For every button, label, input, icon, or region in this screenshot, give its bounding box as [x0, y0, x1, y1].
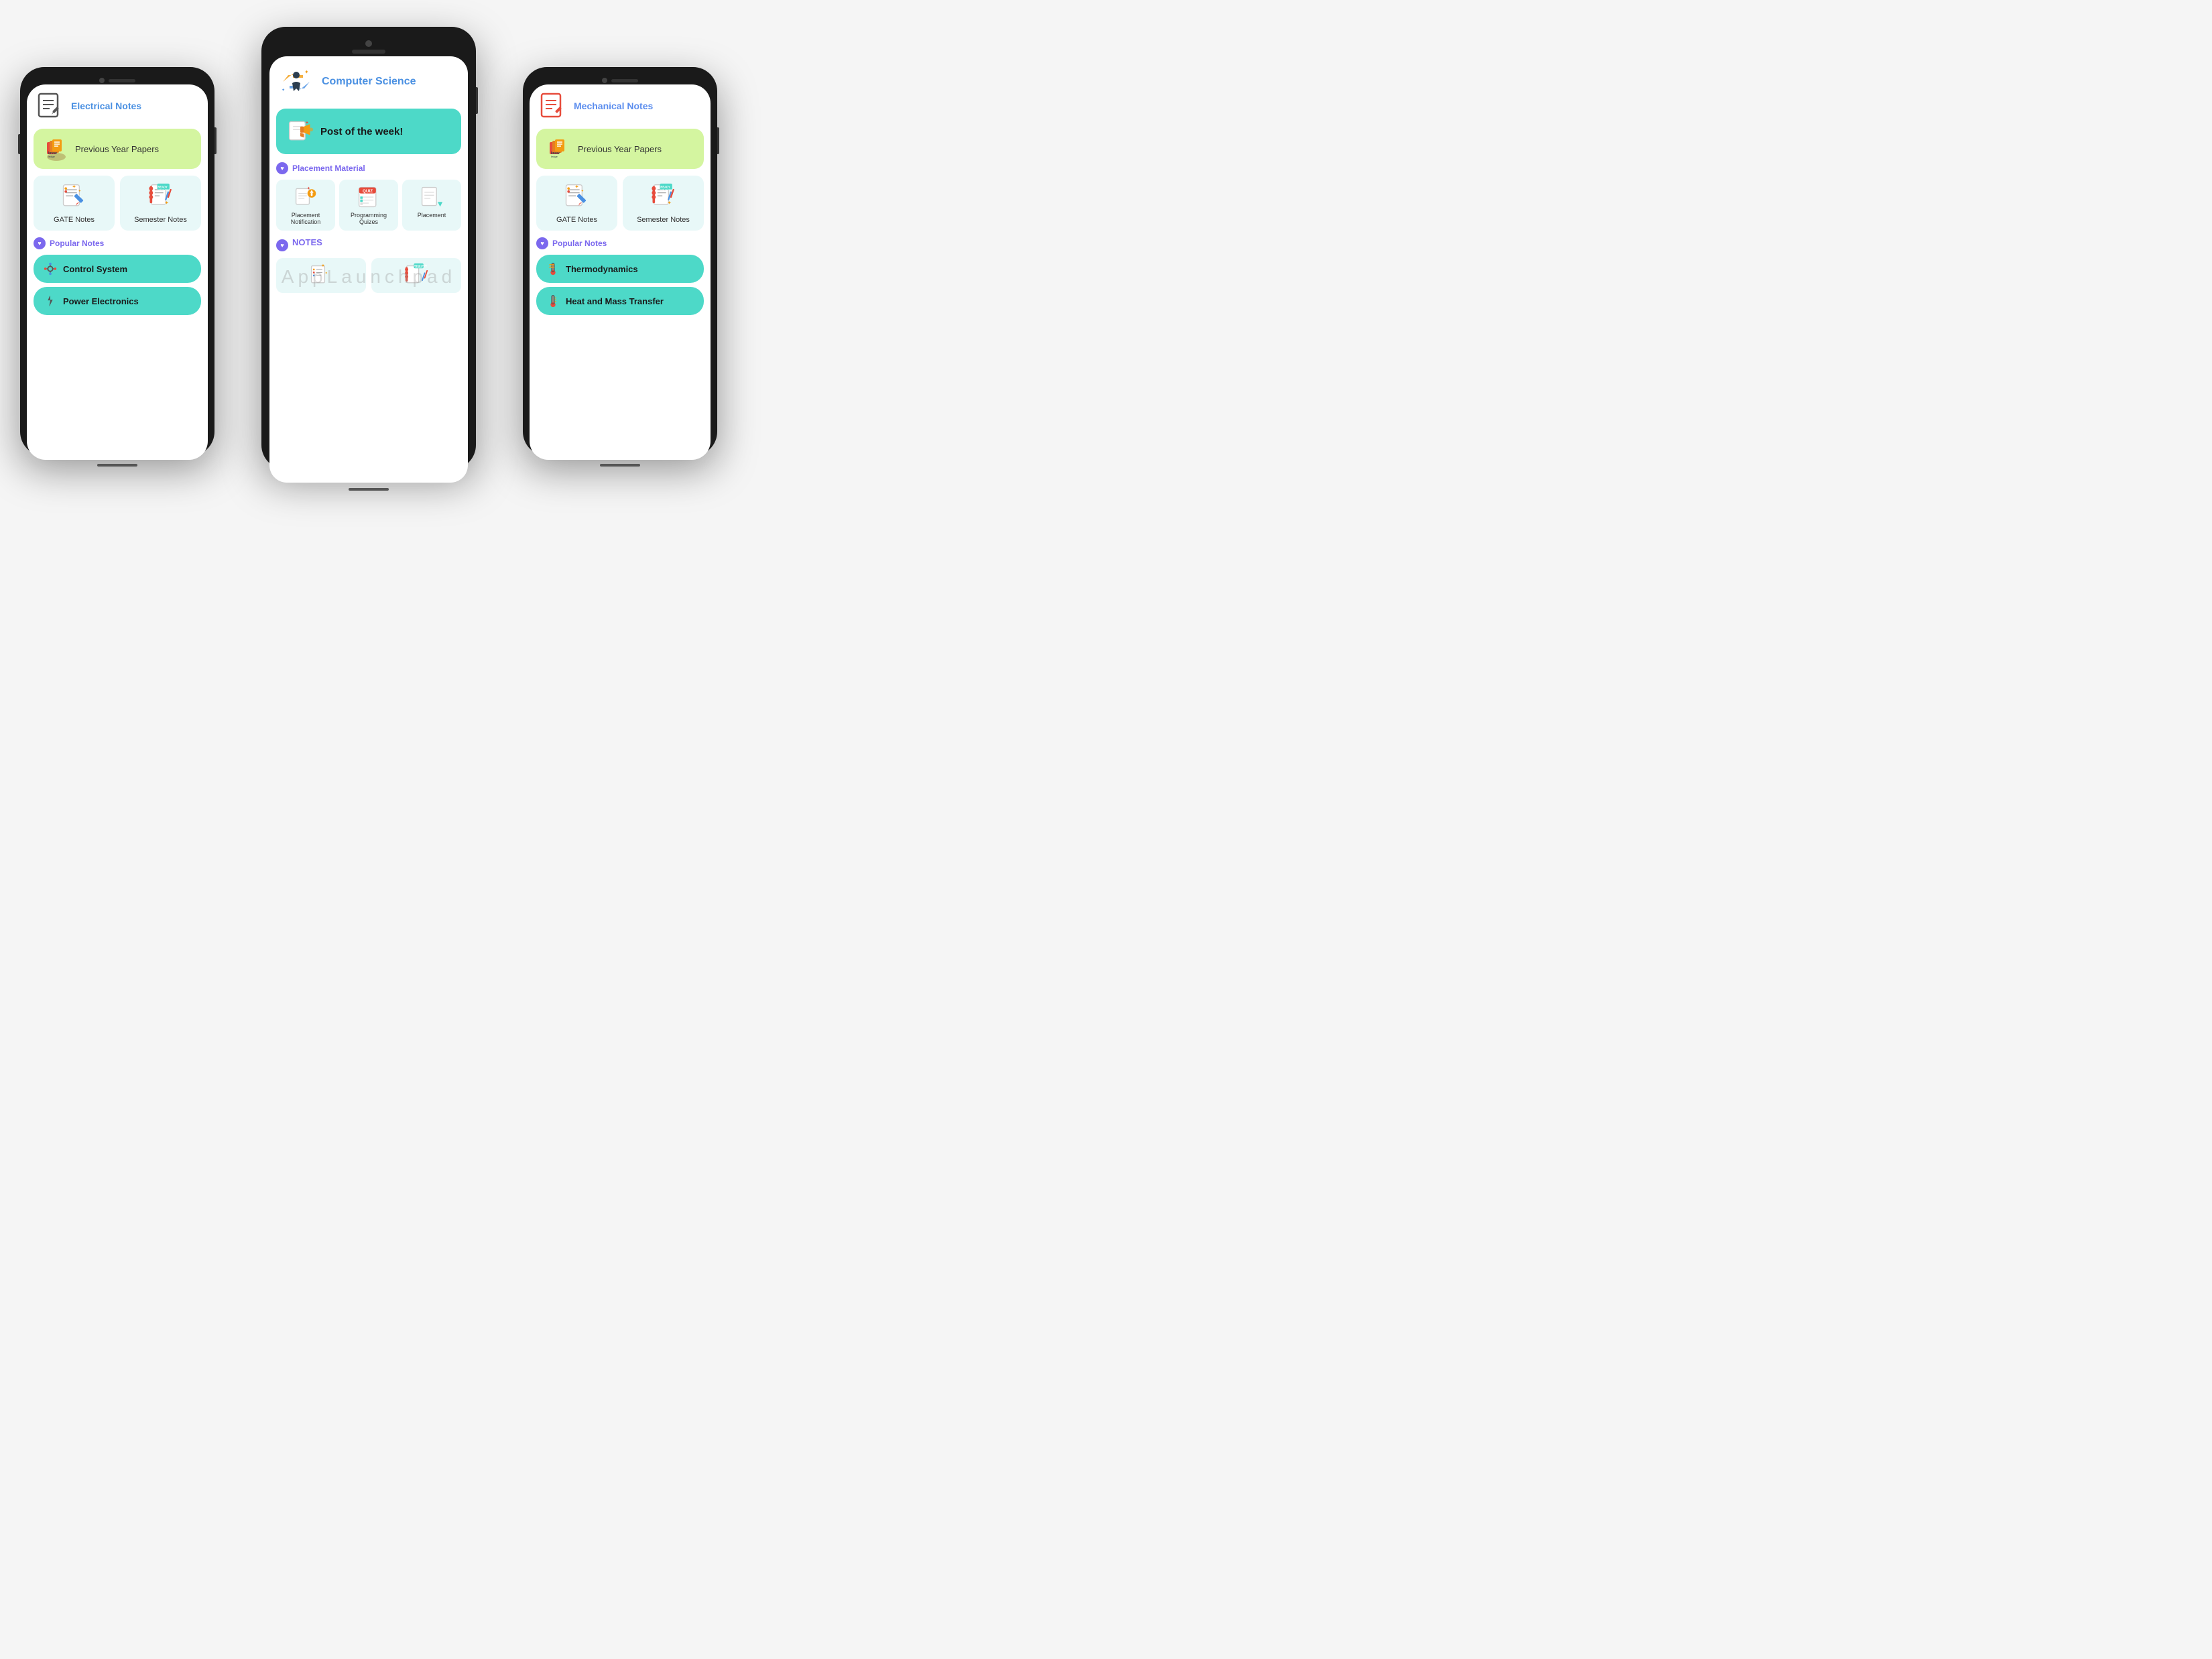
right-semester-icon: READY FOR CLASS! ✦	[649, 182, 678, 212]
center-notes-header: ♥ NOTES	[276, 237, 461, 253]
svg-text:✦: ✦	[321, 263, 325, 268]
center-notif-icon: ✦	[294, 185, 318, 209]
right-gate-icon: ✦ ✦	[562, 182, 592, 212]
svg-text:✦: ✦	[78, 189, 81, 194]
svg-text:✦: ✦	[574, 184, 578, 190]
right-heat-mass-btn[interactable]: Heat and Mass Transfer	[536, 287, 704, 315]
svg-text:FOR CLASS!: FOR CLASS!	[158, 188, 169, 191]
left-notes-grid: ✦ ✦ GATE Notes	[34, 176, 201, 231]
right-notes-grid: ✦ ✦ GATE Notes	[536, 176, 704, 231]
center-notes-row: ✦ ✦ READY FOR	[276, 258, 461, 293]
svg-text:✦: ✦	[324, 271, 328, 275]
left-popular-title: Popular Notes	[50, 239, 104, 248]
phone-left: Electrical Notes know ledge	[20, 67, 214, 456]
svg-text:✦: ✦	[580, 189, 584, 194]
left-gate-label: GATE Notes	[54, 216, 95, 224]
left-semester-icon: READY FOR CLASS! ✦	[146, 182, 176, 212]
center-placement3-icon	[420, 185, 444, 209]
left-power-label: Power Electronics	[63, 296, 139, 306]
center-notif-label: Placement Notification	[280, 212, 331, 225]
left-semester-label: Semester Notes	[134, 216, 187, 224]
left-control-system-btn[interactable]: Control System	[34, 255, 201, 283]
center-heart-icon2: ♥	[276, 239, 288, 251]
left-control-label: Control System	[63, 264, 127, 274]
left-header-title: Electrical Notes	[71, 101, 141, 111]
left-prev-papers-label: Previous Year Papers	[75, 144, 159, 154]
svg-text:✦: ✦	[72, 184, 76, 190]
left-gate-notes-card[interactable]: ✦ ✦ GATE Notes	[34, 176, 115, 231]
center-placement-header: ♥ Placement Material	[276, 162, 461, 174]
svg-text:✦: ✦	[307, 186, 310, 191]
center-header-title: Computer Science	[322, 76, 416, 88]
left-app-icon	[34, 90, 66, 122]
right-popular-header: ♥ Popular Notes	[536, 237, 704, 249]
center-notes-card1[interactable]: ✦ ✦	[276, 258, 366, 293]
right-semester-label: Semester Notes	[637, 216, 690, 224]
left-gate-icon: ✦ ✦	[60, 182, 89, 212]
svg-text:FOR CLASS!: FOR CLASS!	[660, 188, 672, 191]
center-app-icon: ✦ ✦	[276, 62, 316, 102]
svg-text:ledge: ledge	[48, 155, 56, 158]
right-heat-icon	[546, 294, 560, 308]
svg-text:ledge: ledge	[551, 155, 558, 158]
right-popular-title: Popular Notes	[552, 239, 607, 248]
center-notes-icon1: ✦ ✦	[309, 263, 333, 288]
left-app-header: Electrical Notes	[34, 90, 201, 122]
svg-text:READY: READY	[660, 185, 670, 188]
svg-text:✦: ✦	[667, 200, 671, 206]
left-power-electronics-btn[interactable]: Power Electronics	[34, 287, 201, 315]
center-placement3-label: Placement	[418, 212, 446, 219]
center-placement-grid: ✦ Placement Notification QUIZ	[276, 180, 461, 231]
right-gate-notes-card[interactable]: ✦ ✦ GATE Notes	[536, 176, 617, 231]
right-prev-papers-label: Previous Year Papers	[578, 144, 662, 154]
right-thermo-label: Thermodynamics	[566, 264, 638, 274]
right-prev-papers-card[interactable]: know ledge Previous Year Papers	[536, 129, 704, 169]
svg-text:✦: ✦	[304, 69, 309, 75]
right-gate-label: GATE Notes	[556, 216, 597, 224]
right-thermodynamics-btn[interactable]: Thermodynamics	[536, 255, 704, 283]
center-notes-icon2: READY FOR CLASS!	[404, 263, 428, 288]
center-quiz-icon: QUIZ	[357, 185, 381, 209]
center-heart-icon1: ♥	[276, 162, 288, 174]
center-placement3-card[interactable]: Placement	[402, 180, 461, 231]
svg-text:✦: ✦	[164, 200, 168, 206]
right-heart-icon: ♥	[536, 237, 548, 249]
left-control-icon	[43, 261, 58, 276]
svg-text:READY: READY	[158, 185, 168, 188]
center-placement-notif-card[interactable]: ✦ Placement Notification	[276, 180, 335, 231]
center-quiz-card[interactable]: QUIZ Programming Quizes	[339, 180, 398, 231]
left-papers-icon: know ledge	[42, 135, 68, 162]
right-semester-notes-card[interactable]: READY FOR CLASS! ✦ Semester Notes	[623, 176, 704, 231]
right-heat-label: Heat and Mass Transfer	[566, 296, 664, 306]
left-heart-icon: ♥	[34, 237, 46, 249]
svg-text:✦: ✦	[282, 88, 285, 93]
left-power-icon	[43, 294, 58, 308]
left-semester-notes-card[interactable]: READY FOR CLASS! ✦ Semester Notes	[120, 176, 201, 231]
right-thermo-icon	[546, 261, 560, 276]
svg-text:✦: ✦	[305, 121, 308, 125]
center-placement-title: Placement Material	[292, 164, 365, 173]
center-post-week-btn[interactable]: ✦ Post of the week!	[276, 109, 461, 154]
phone-center: ✦ ✦ Computer Science	[261, 27, 476, 469]
center-quiz-label: Programming Quizes	[343, 212, 394, 225]
center-notes-card2[interactable]: READY FOR CLASS!	[371, 258, 461, 293]
right-app-icon	[536, 90, 568, 122]
center-post-icon: ✦	[287, 118, 314, 145]
right-papers-icon: know ledge	[544, 135, 571, 162]
phone-right: Mechanical Notes know ledge	[523, 67, 717, 456]
svg-text:QUIZ: QUIZ	[363, 189, 373, 194]
left-prev-papers-card[interactable]: know ledge Previous Year Papers	[34, 129, 201, 169]
center-post-label: Post of the week!	[320, 126, 403, 137]
svg-text:CLASS!: CLASS!	[415, 266, 422, 269]
left-popular-header: ♥ Popular Notes	[34, 237, 201, 249]
right-app-header: Mechanical Notes	[536, 90, 704, 122]
right-header-title: Mechanical Notes	[574, 101, 653, 111]
center-notes-title: NOTES	[292, 237, 322, 247]
center-app-header: ✦ ✦ Computer Science	[276, 62, 461, 102]
